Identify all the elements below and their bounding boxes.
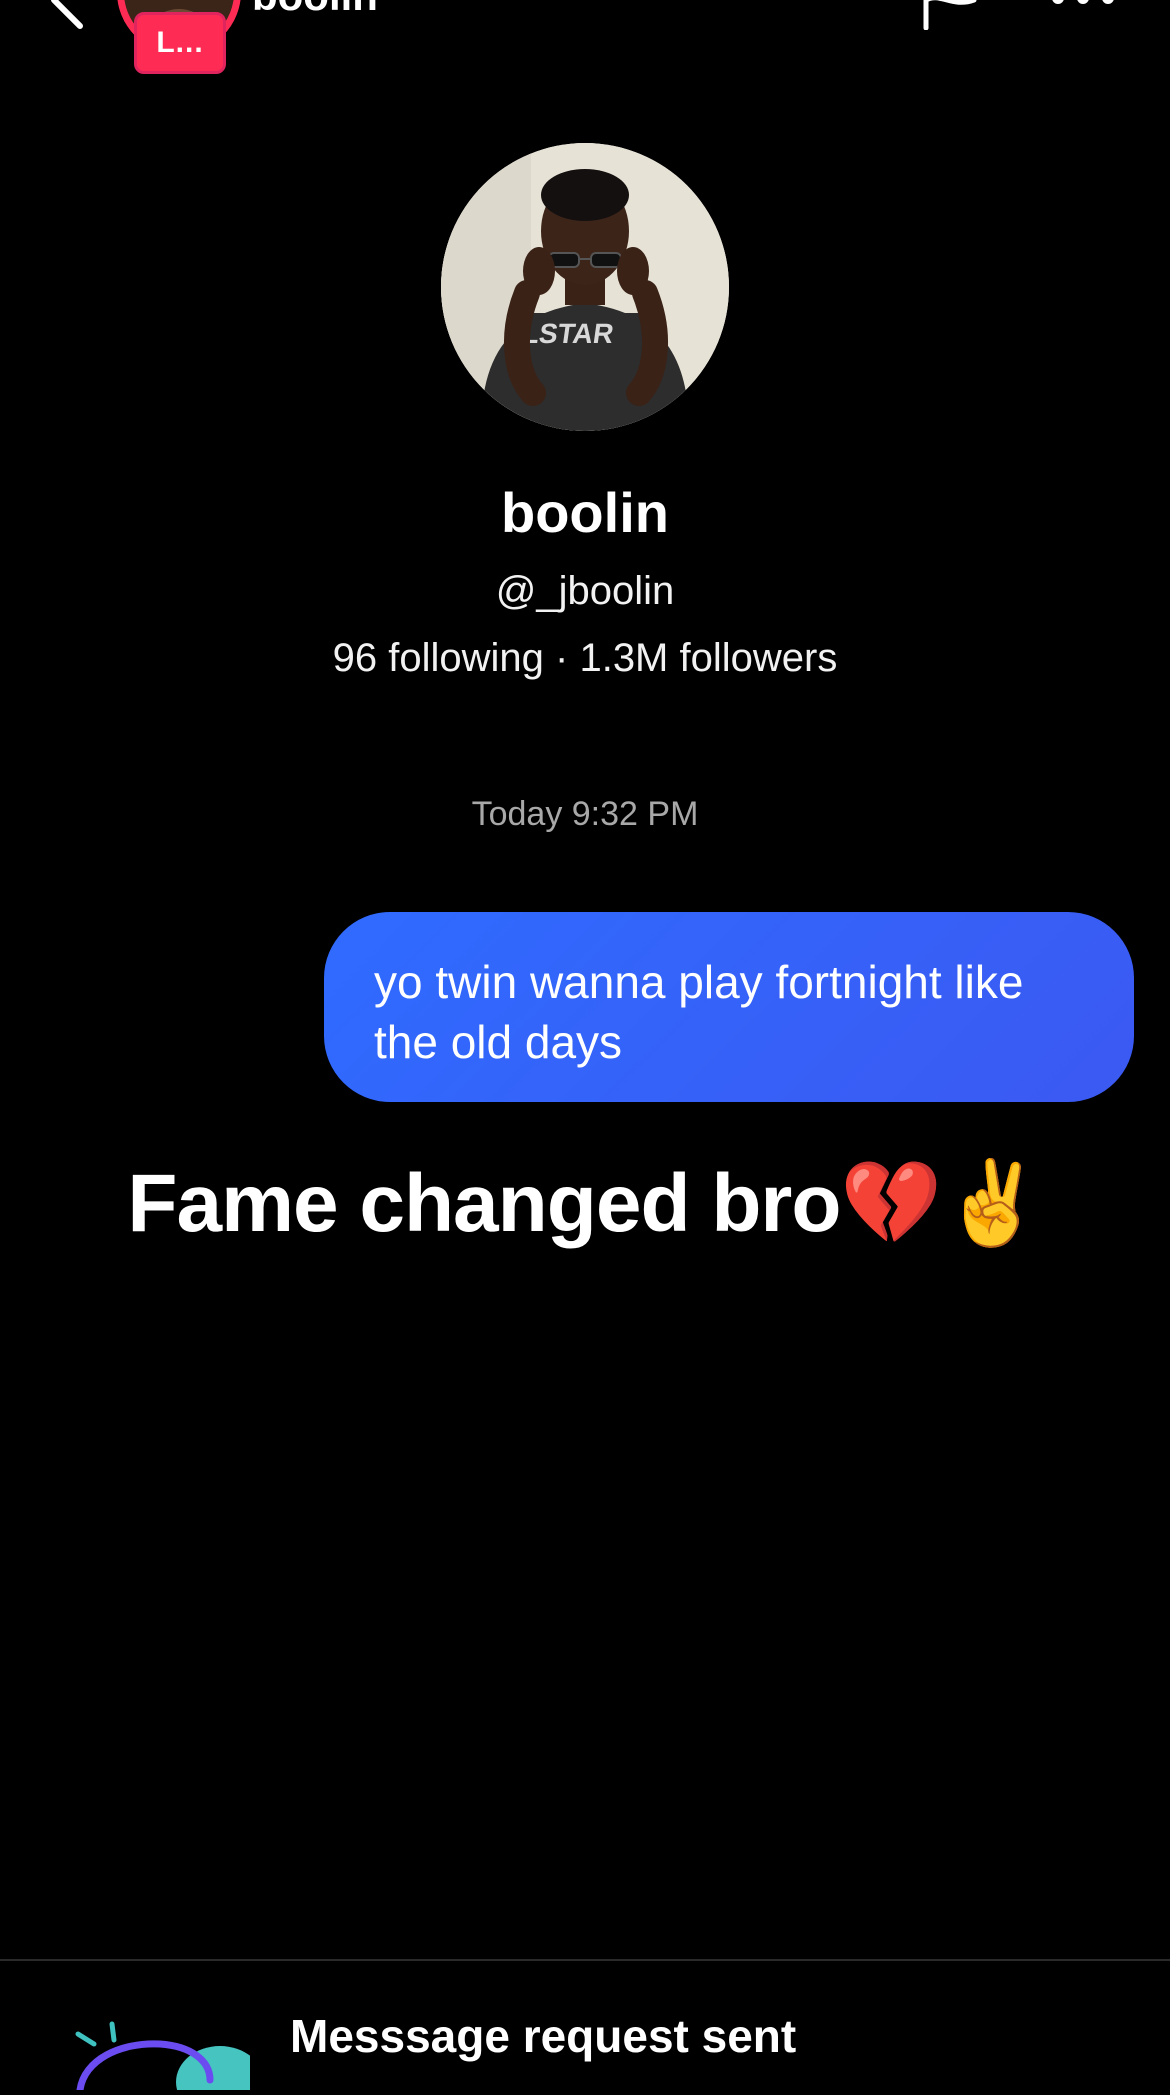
- profile-avatar[interactable]: LLSTAR: [441, 143, 729, 431]
- overlay-caption: Fame changed bro💔✌️: [127, 1158, 1043, 1249]
- sent-message-bubble[interactable]: yo twin wanna play fortnight like the ol…: [324, 912, 1134, 1102]
- profile-handle: @_jboolin: [495, 569, 675, 613]
- profile-photo-image: LLSTAR: [441, 143, 729, 431]
- profile-stats: 96 following · 1.3M followers: [332, 636, 838, 680]
- back-button[interactable]: [36, 0, 96, 30]
- divider: [0, 1959, 1170, 1961]
- chat-header: L... boolin: [0, 0, 1170, 80]
- message-timestamp: Today 9:32 PM: [471, 795, 699, 833]
- flag-icon: [923, 0, 977, 31]
- chevron-left-icon: [51, 0, 83, 29]
- message-request-status: Messsage request sent: [290, 2010, 797, 2062]
- more-options-button[interactable]: [1048, 0, 1118, 16]
- more-horizontal-icon: [1052, 0, 1114, 4]
- live-badge[interactable]: L...: [134, 12, 226, 74]
- header-username[interactable]: boolin: [252, 0, 378, 22]
- report-button[interactable]: [918, 0, 982, 31]
- profile-name: boolin: [501, 481, 669, 544]
